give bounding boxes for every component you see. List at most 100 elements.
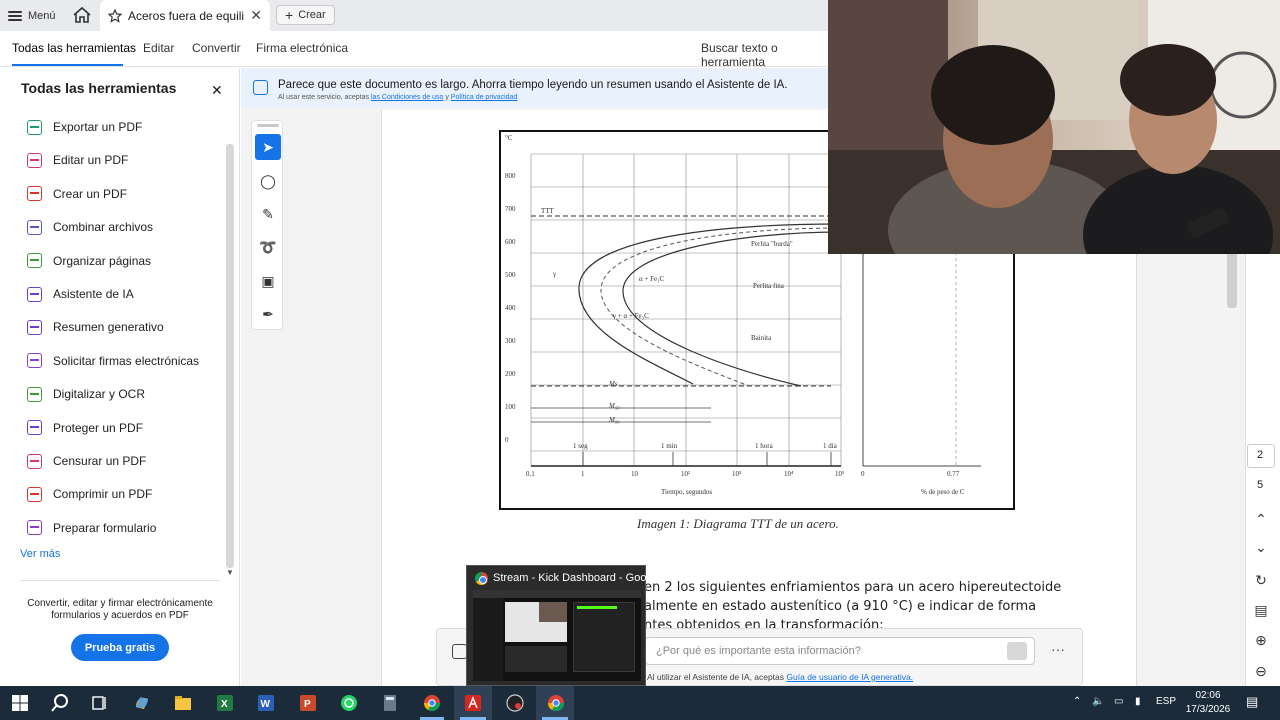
ai-chat-icon[interactable] [452, 644, 467, 659]
tool-item-3[interactable]: Combinar archivos [27, 217, 153, 237]
figure-caption: Imagen 1: Diagrama TTT de un acero. [637, 516, 839, 531]
panel-scrollbar[interactable] [226, 144, 234, 568]
tool-item-0[interactable]: Exportar un PDF [27, 117, 142, 137]
tool-item-7[interactable]: Solicitar firmas electrónicas [27, 351, 199, 371]
zoom-in-icon[interactable]: ⊕ [1252, 631, 1270, 649]
tool-item-5[interactable]: Asistente de IA [27, 284, 134, 304]
tool-item-1[interactable]: Editar un PDF [27, 150, 128, 170]
home-icon[interactable] [72, 6, 92, 24]
ai-legal-footer: Al utilizar el Asistente de IA, aceptas … [647, 672, 913, 682]
document-info-icon[interactable]: ▤ [1252, 601, 1270, 619]
taskbar-thumbnail-preview[interactable]: Stream - Kick Dashboard - Goo... [466, 565, 656, 686]
privacy-link[interactable]: Política de privacidad [451, 94, 518, 101]
see-more-link[interactable]: Ver más [20, 548, 60, 560]
tool-label: Preparar formulario [53, 520, 157, 535]
task-view-icon[interactable] [90, 693, 110, 713]
notifications-icon[interactable]: ▤ [1246, 694, 1258, 710]
draw-lasso-icon[interactable]: ➰ [255, 234, 281, 260]
active-tab-indicator [12, 64, 123, 66]
close-panel-icon[interactable]: ✕ [211, 82, 223, 99]
network-icon[interactable]: ▭ [1114, 696, 1123, 707]
sign-pen-icon[interactable]: ✒ [255, 301, 281, 327]
calculator-icon[interactable] [380, 693, 400, 713]
windows-start-icon[interactable] [10, 693, 30, 713]
system-clock[interactable]: 02:06 17/3/2026 [1180, 689, 1236, 717]
free-trial-button[interactable]: Prueba gratis [71, 634, 169, 661]
star-icon[interactable] [108, 8, 122, 23]
zoom-out-icon[interactable]: ⊖ [1252, 662, 1270, 680]
previous-page-icon[interactable]: ⌃ [1252, 510, 1270, 528]
webcam-overlay [828, 0, 1280, 254]
tool-item-10[interactable]: Censurar un PDF [27, 451, 146, 471]
powerpoint-icon[interactable]: P [298, 693, 318, 713]
language-indicator[interactable]: ESP [1156, 696, 1176, 707]
copilot-icon[interactable] [132, 693, 152, 713]
text-box-icon[interactable]: ▣ [255, 268, 281, 294]
search-icon[interactable] [50, 693, 70, 713]
volume-icon[interactable]: 🔈 [1092, 696, 1104, 707]
y-tick-label: °C [505, 134, 513, 142]
refresh-icon[interactable]: ↻ [1252, 571, 1270, 589]
svg-text:X: X [221, 699, 228, 710]
quick-tools-bar: ➤ ◯ ✎ ➰ ▣ ✒ [251, 120, 283, 330]
hamburger-icon [8, 11, 22, 21]
tab-convert[interactable]: Convertir [192, 41, 241, 55]
terms-link[interactable]: las Condiciones de uso [371, 94, 443, 101]
tool-item-2[interactable]: Crear un PDF [27, 184, 127, 204]
tool-item-11[interactable]: Comprimir un PDF [27, 484, 152, 504]
tool-label: Digitalizar y OCR [53, 387, 146, 402]
tool-icon [27, 119, 42, 135]
more-options-icon[interactable]: ··· [1051, 641, 1065, 657]
tool-item-9[interactable]: Proteger un PDF [27, 418, 143, 438]
thumbnail-screenshot [473, 590, 641, 681]
x-tick-label: 10⁴ [784, 470, 794, 478]
menu-button[interactable]: Menú [8, 6, 56, 26]
send-icon[interactable] [1007, 642, 1027, 660]
tool-item-8[interactable]: Digitalizar y OCR [27, 384, 145, 404]
file-explorer-icon[interactable] [173, 693, 193, 713]
right-x-tick-label: 0.77 [947, 470, 960, 478]
document-tab[interactable]: Aceros fuera de equili... ✕ [100, 0, 270, 31]
tool-label: Censurar un PDF [53, 454, 147, 468]
scroll-down-icon[interactable]: ▼ [226, 568, 234, 577]
excel-icon[interactable]: X [215, 693, 235, 713]
tab-all-tools[interactable]: Todas las herramientas [12, 41, 136, 55]
diagram-label: Perlita "burda" [751, 240, 793, 248]
microphone-icon[interactable]: ▮ [1135, 696, 1141, 707]
highlight-pen-icon[interactable]: ✎ [255, 201, 281, 227]
y-tick-label: 700 [505, 205, 516, 213]
x-tick-label: 10² [681, 470, 691, 478]
close-tab-icon[interactable]: ✕ [250, 7, 262, 24]
tool-icon [27, 319, 42, 335]
tray-chevron-icon[interactable]: ⌃ [1073, 696, 1081, 707]
comment-icon[interactable]: ◯ [255, 168, 281, 194]
tool-label: Crear un PDF [53, 186, 128, 201]
ai-guide-link[interactable]: Guía de usuario de IA generativa. [786, 672, 913, 682]
select-cursor-icon[interactable]: ➤ [255, 134, 281, 160]
drag-handle[interactable] [257, 124, 279, 127]
create-button[interactable]: + Crear [276, 5, 335, 25]
menu-label: Menú [28, 10, 56, 22]
search-tools-field[interactable]: Buscar texto o herramienta [701, 41, 830, 69]
tools-panel: Todas las herramientas ✕ Exportar un PDF… [0, 68, 240, 686]
tool-item-6[interactable]: Resumen generativo [27, 317, 164, 337]
chrome-icon-taskbar[interactable] [546, 693, 566, 713]
tool-icon [27, 353, 42, 369]
tool-label: Proteger un PDF [53, 420, 144, 435]
acrobat-icon[interactable] [463, 693, 483, 713]
chrome-profile-icon[interactable] [422, 693, 442, 713]
obs-icon[interactable] [505, 693, 525, 713]
diagram-label: γ + α + Fe₃C [613, 312, 649, 320]
y-tick-label: 0 [505, 436, 509, 444]
tab-e-sign[interactable]: Firma electrónica [256, 41, 348, 55]
ai-question-input[interactable]: ¿Por qué es importante esta información? [645, 637, 1035, 665]
webcam-image [828, 0, 1280, 254]
whatsapp-icon[interactable] [339, 693, 359, 713]
word-icon[interactable]: W [256, 693, 276, 713]
diagram-label: γ [553, 270, 557, 278]
document-scrollbar[interactable] [1227, 248, 1237, 308]
next-page-icon[interactable]: ⌄ [1252, 538, 1270, 556]
tool-item-4[interactable]: Organizar páginas [27, 251, 151, 271]
tool-item-12[interactable]: Preparar formulario [27, 518, 156, 538]
tab-edit[interactable]: Editar [143, 41, 174, 55]
